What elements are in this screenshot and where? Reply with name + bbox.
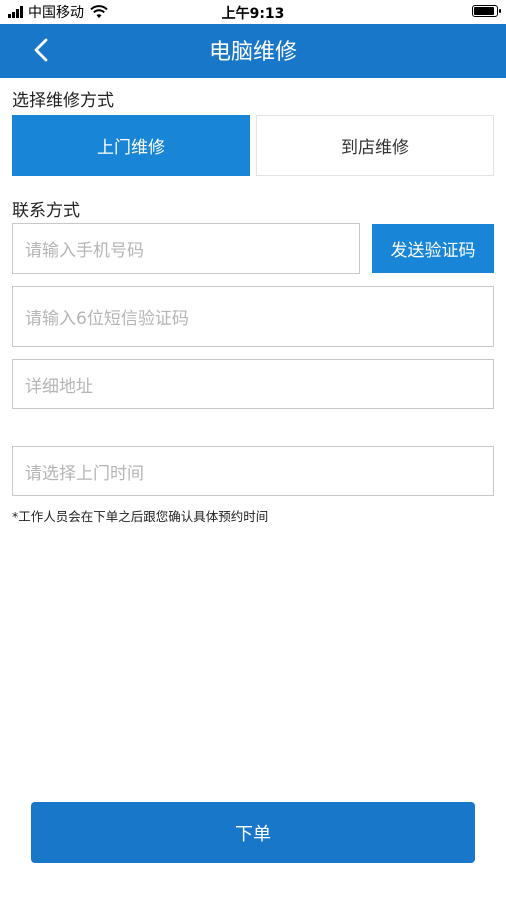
repair-method-label: 选择维修方式 (12, 91, 114, 111)
verification-code-input[interactable]: 请输入6位短信验证码 (12, 286, 494, 347)
status-bar: 中国移动 上午9:13 (0, 0, 506, 24)
send-code-button[interactable]: 发送验证码 (372, 224, 494, 273)
appointment-note: *工作人员会在下单之后跟您确认具体预约时间 (12, 509, 269, 524)
page-title: 电脑维修 (208, 40, 297, 65)
option-home-repair-label: 上门维修 (97, 138, 165, 158)
option-store-repair[interactable]: 到店维修 (256, 115, 494, 176)
address-placeholder: 详细地址 (25, 376, 93, 397)
phone-placeholder: 请输入手机号码 (25, 241, 144, 261)
contact-label: 联系方式 (12, 201, 80, 221)
time-placeholder: 请选择上门时间 (25, 463, 144, 484)
option-home-repair[interactable]: 上门维修 (12, 115, 250, 176)
option-store-repair-label: 到店维修 (341, 138, 409, 158)
submit-order-label: 下单 (235, 823, 271, 845)
phone-input[interactable]: 请输入手机号码 (12, 223, 360, 274)
submit-order-button[interactable]: 下单 (31, 802, 475, 863)
visit-time-select[interactable]: 请选择上门时间 (12, 446, 494, 496)
code-placeholder: 请输入6位短信验证码 (25, 309, 189, 329)
address-input[interactable]: 详细地址 (12, 359, 494, 409)
battery-icon (472, 5, 501, 17)
status-time: 上午9:13 (221, 6, 285, 22)
send-code-label: 发送验证码 (390, 241, 476, 261)
